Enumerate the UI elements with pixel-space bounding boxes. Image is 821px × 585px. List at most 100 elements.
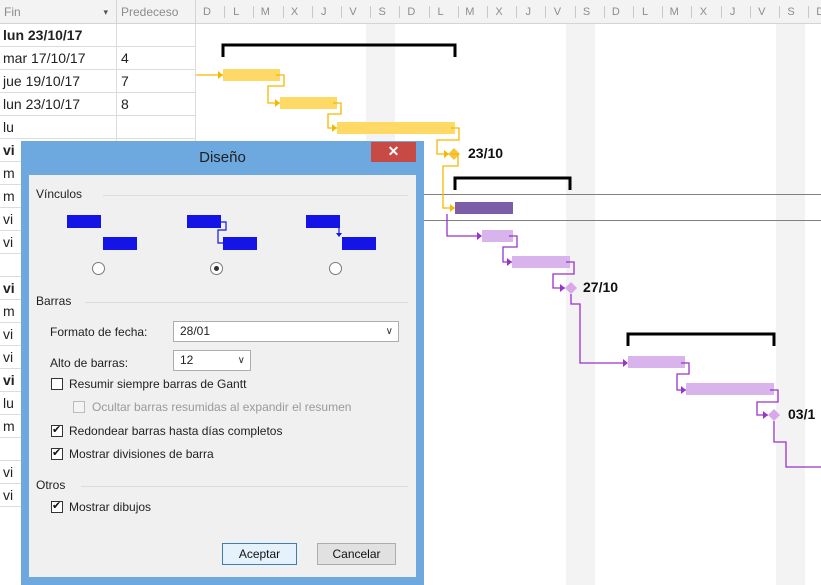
cell-fin[interactable]: lun 23/10/17: [0, 93, 117, 116]
weekend-shading: [776, 24, 805, 585]
chevron-down-icon: ∨: [237, 355, 245, 366]
section-divider: [103, 195, 408, 196]
chevron-down-icon: ∨: [385, 326, 393, 337]
date-format-select[interactable]: 28/01 ∨: [173, 321, 399, 342]
column-header-fin[interactable]: Fin ▾: [0, 0, 117, 24]
milestone-label: 27/10: [583, 279, 618, 295]
link-style-straight-radio[interactable]: [329, 262, 342, 275]
timescale-separator: [370, 6, 372, 18]
timescale-separator: [428, 6, 430, 18]
timescale-separator: [457, 6, 459, 18]
link-arrow-icon: [450, 204, 455, 212]
links-section-label: Vínculos: [36, 187, 83, 201]
timescale-separator: [516, 6, 518, 18]
timescale-day-label: M: [465, 6, 475, 18]
close-button[interactable]: ✕: [371, 142, 416, 162]
column-header-fin-label: Fin: [4, 5, 21, 19]
timescale-day-label: L: [233, 6, 240, 18]
summary-bar: [453, 176, 572, 190]
link-arrow-icon: [336, 227, 342, 237]
timescale-separator: [633, 6, 634, 18]
cell-fin[interactable]: jue 19/10/17: [0, 70, 117, 93]
link-arrow-icon: [763, 411, 768, 419]
timescale-separator: [749, 6, 751, 18]
cell-predecesoras[interactable]: 7: [117, 70, 196, 93]
hide-summary-checkbox: [73, 401, 85, 413]
summarize-checkbox[interactable]: [51, 378, 63, 390]
timescale-day-label: V: [553, 6, 562, 18]
cancel-button[interactable]: Cancelar: [317, 543, 396, 565]
timescale-day-label: X: [495, 6, 503, 18]
cell-predecesoras[interactable]: [117, 116, 196, 139]
task-bar: [223, 69, 280, 81]
timescale-separator: [253, 6, 255, 18]
show-splits-checkbox[interactable]: [51, 446, 63, 460]
task-bar: [280, 97, 337, 109]
table-row[interactable]: lun 23/10/17 8: [0, 93, 196, 116]
timescale-separator: [545, 6, 547, 18]
dependency-link: [446, 214, 481, 237]
link-style-none-radio[interactable]: [92, 262, 105, 275]
task-bar: [512, 256, 570, 268]
show-drawings-checkbox[interactable]: [51, 499, 63, 513]
date-format-label: Formato de fecha:: [50, 325, 148, 339]
timescale-day-label: J: [321, 6, 327, 18]
dialog-body: Vínculos Barras Formato de fecha: 28/01 …: [29, 175, 416, 577]
timescale-separator: [341, 6, 342, 18]
round-bars-checkbox[interactable]: [51, 423, 63, 437]
timescale-day-label: M: [669, 6, 679, 18]
timescale-day-label: X: [290, 6, 299, 18]
dependency-link: [570, 294, 627, 364]
show-drawings-label[interactable]: Mostrar dibujos: [69, 500, 151, 514]
summarize-label[interactable]: Resumir siempre barras de Gantt: [69, 377, 246, 391]
table-row[interactable]: jue 19/10/17 7: [0, 70, 196, 93]
timescale-separator: [720, 6, 722, 18]
cell-fin[interactable]: lu: [0, 116, 117, 139]
cell-predecesoras[interactable]: 8: [117, 93, 196, 116]
timescale-day-label: D: [407, 6, 416, 18]
timescale-separator: [311, 6, 313, 18]
cell-predecesoras[interactable]: 4: [117, 47, 196, 70]
table-row[interactable]: lu: [0, 116, 196, 139]
milestone-label: 03/1: [788, 406, 815, 422]
column-header-predecesoras[interactable]: Predeceso: [117, 0, 196, 24]
summary-bar: [221, 43, 457, 57]
link-arrow-icon: [217, 221, 227, 246]
bar-height-select[interactable]: 12 ∨: [173, 350, 251, 371]
link-style-elbow-radio[interactable]: [210, 262, 223, 275]
timescale-separator: [603, 6, 605, 18]
round-bars-label[interactable]: Redondear barras hasta días completos: [69, 424, 282, 438]
link-arrow-icon: [623, 359, 628, 367]
other-section-label: Otros: [36, 478, 66, 492]
timescale-header: DLMXJVSDLMXJVSDLMXJVSD: [196, 0, 821, 24]
timescale-day-label: L: [641, 6, 649, 18]
task-bar: [686, 383, 774, 395]
close-icon: ✕: [387, 143, 400, 159]
milestone-label: 23/10: [468, 145, 503, 161]
accept-button[interactable]: Aceptar: [222, 543, 297, 565]
task-bar: [337, 122, 455, 134]
link-arrow-icon: [560, 284, 565, 292]
table-row[interactable]: mar 17/10/17 4: [0, 47, 196, 70]
task-bar: [482, 230, 513, 242]
date-format-value: 28/01: [180, 324, 211, 338]
cell-predecesoras[interactable]: [117, 24, 196, 47]
timescale-day-label: V: [349, 6, 357, 18]
timescale-separator: [224, 6, 226, 18]
timescale-separator: [574, 6, 576, 18]
chevron-down-icon[interactable]: ▾: [103, 0, 108, 24]
table-row[interactable]: lun 23/10/17: [0, 24, 196, 47]
bars-section-label: Barras: [36, 294, 72, 308]
timescale-day-label: S: [787, 6, 795, 18]
timescale-day-label: J: [525, 6, 531, 18]
cell-fin[interactable]: mar 17/10/17: [0, 47, 117, 70]
link-preview-bar: [103, 237, 137, 250]
cell-fin[interactable]: lun 23/10/17: [0, 24, 117, 47]
link-preview-bar: [67, 215, 101, 228]
timescale-day-label: S: [378, 6, 386, 18]
bar-height-label: Alto de barras:: [50, 356, 129, 370]
timescale-day-label: X: [699, 6, 708, 18]
show-splits-label[interactable]: Mostrar divisiones de barra: [69, 447, 214, 461]
timescale-day-label: S: [582, 6, 591, 18]
timescale-day-label: L: [437, 6, 444, 18]
